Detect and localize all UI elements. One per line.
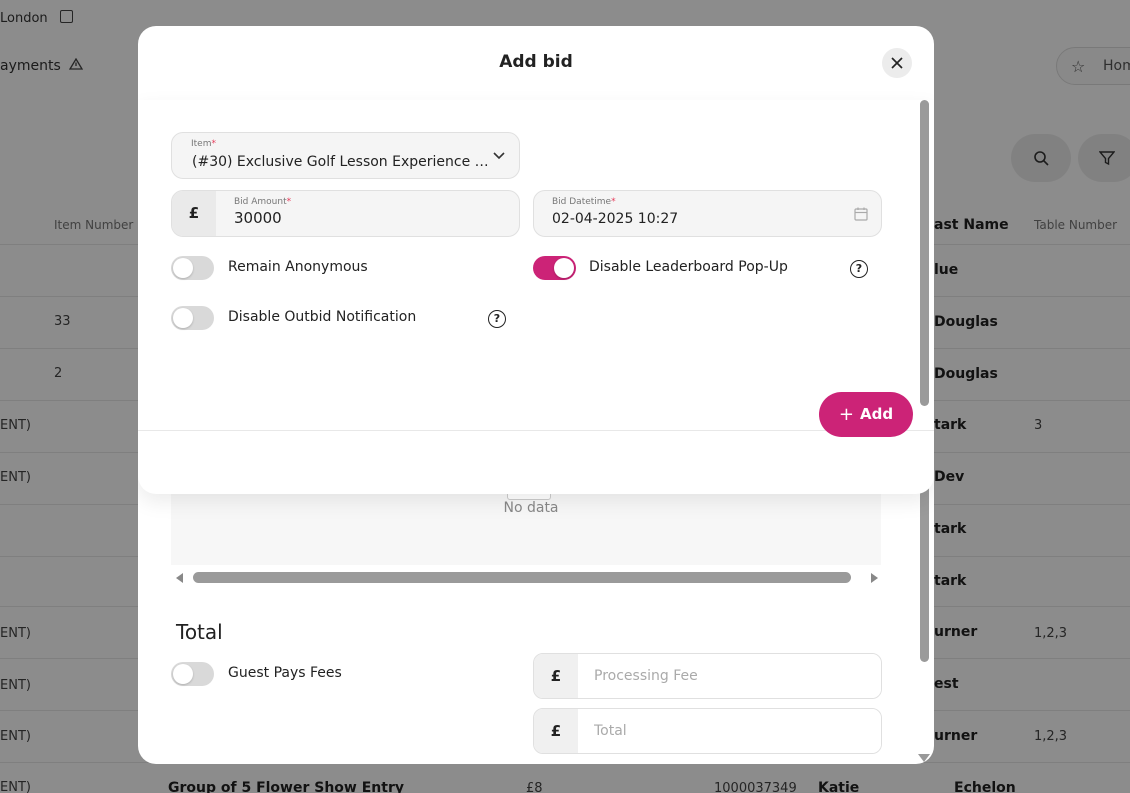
- chevron-down-icon: [493, 152, 505, 160]
- currency-prefix: £: [534, 709, 578, 753]
- total-heading: Total: [176, 620, 223, 644]
- form-vertical-scroll-thumb[interactable]: [920, 100, 929, 406]
- disable-outbid-label: Disable Outbid Notification: [228, 309, 417, 325]
- item-value: (#30) Exclusive Golf Lesson Experience w…: [192, 154, 498, 170]
- currency-prefix: £: [172, 191, 216, 236]
- scroll-down-icon[interactable]: [918, 754, 930, 762]
- add-bid-button[interactable]: + Add: [819, 392, 913, 437]
- modal-header: Add bid: [138, 26, 934, 100]
- form-vertical-scrollbar[interactable]: [918, 100, 930, 406]
- currency-prefix: £: [534, 654, 578, 698]
- outbid-help-icon[interactable]: ?: [488, 310, 506, 328]
- processing-fee-input[interactable]: [578, 654, 881, 698]
- remain-anonymous-label: Remain Anonymous: [228, 259, 368, 275]
- add-bid-form: Item* (#30) Exclusive Golf Lesson Experi…: [138, 100, 934, 494]
- add-bid-modal: Add bid No data Total Guest Pays Fees £ …: [138, 26, 934, 764]
- bid-amount-label: Bid Amount*: [234, 197, 292, 207]
- scroll-right-icon[interactable]: [871, 573, 878, 583]
- modal-title: Add bid: [499, 52, 573, 72]
- bid-datetime-value: 02-04-2025 10:27: [552, 211, 679, 227]
- bid-datetime-label: Bid Datetime*: [552, 197, 616, 207]
- remain-anonymous-toggle[interactable]: [171, 256, 214, 280]
- close-button[interactable]: [882, 48, 912, 78]
- item-label: Item*: [191, 139, 216, 149]
- add-button-label: Add: [860, 405, 894, 423]
- disable-leaderboard-toggle[interactable]: [533, 256, 576, 280]
- form-footer-divider: [138, 430, 934, 431]
- plus-icon: +: [838, 404, 854, 425]
- add-bid-form-body: Item* (#30) Exclusive Golf Lesson Experi…: [138, 100, 920, 456]
- guest-pays-fees-toggle[interactable]: [171, 662, 214, 686]
- horizontal-scroll-thumb[interactable]: [193, 572, 851, 583]
- horizontal-scrollbar[interactable]: [176, 572, 878, 584]
- scroll-left-icon[interactable]: [176, 573, 183, 583]
- close-icon: [891, 57, 903, 69]
- bid-amount-field: £ Bid Amount* 30000: [171, 190, 520, 237]
- no-data-text: No data: [503, 500, 559, 516]
- bid-amount-input[interactable]: 30000: [234, 209, 494, 227]
- disable-outbid-toggle[interactable]: [171, 306, 214, 330]
- total-input[interactable]: [578, 709, 881, 753]
- bid-datetime-field[interactable]: Bid Datetime* 02-04-2025 10:27: [533, 190, 882, 237]
- guest-pays-fees-label: Guest Pays Fees: [228, 665, 342, 681]
- item-select[interactable]: Item* (#30) Exclusive Golf Lesson Experi…: [171, 132, 520, 179]
- disable-leaderboard-label: Disable Leaderboard Pop-Up: [589, 259, 788, 275]
- calendar-icon: [854, 207, 868, 221]
- processing-fee-field: £: [533, 653, 882, 699]
- leaderboard-help-icon[interactable]: ?: [850, 260, 868, 278]
- total-field: £: [533, 708, 882, 754]
